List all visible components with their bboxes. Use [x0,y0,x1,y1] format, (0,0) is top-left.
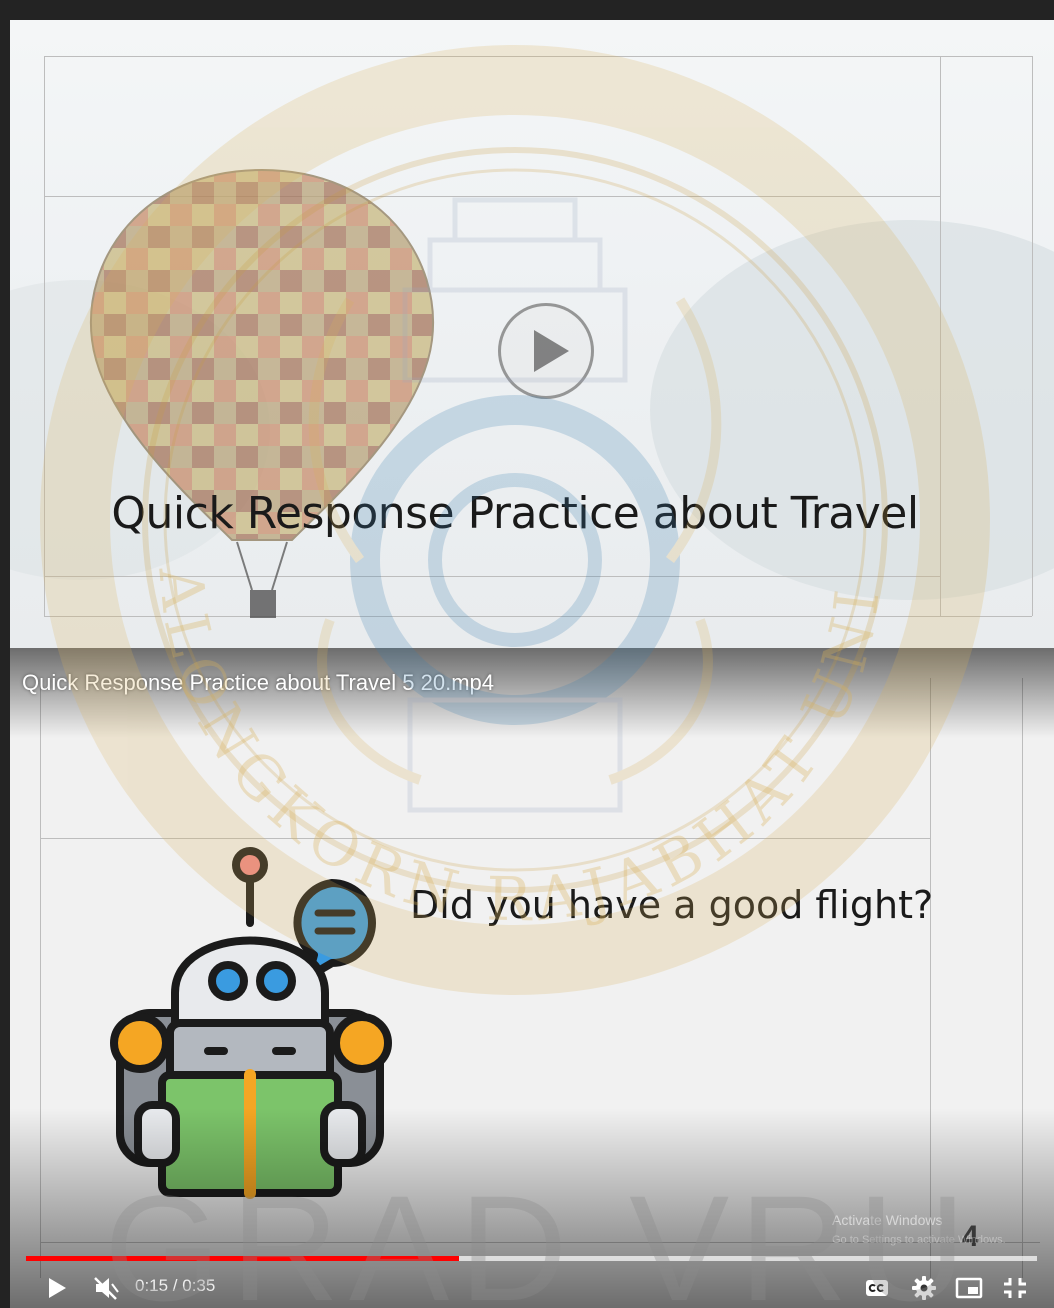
video-title[interactable]: Quick Response Practice about Travel 5 2… [22,670,494,696]
top-video-frame[interactable]: Quick Response Practice about Travel [10,20,1054,648]
slide-border [44,56,1032,57]
play-button[interactable] [42,1274,72,1302]
gear-icon [912,1276,936,1300]
play-icon [49,1278,66,1298]
miniplayer-button[interactable] [954,1274,984,1302]
top-video-player[interactable]: Quick Response Practice about Travel [0,0,1054,648]
captions-button[interactable] [864,1276,890,1300]
mute-button[interactable] [92,1274,122,1302]
background-mountain [650,220,1054,600]
slide-title: Quick Response Practice about Travel [111,488,919,539]
large-play-button[interactable] [498,303,594,399]
hot-air-balloon-image [89,168,435,618]
time-display: 0:15 / 0:35 [135,1276,216,1295]
miniplayer-icon [955,1277,983,1299]
settings-button[interactable] [910,1274,938,1302]
slide-border [40,838,930,839]
bottom-video-player[interactable]: Did you have a good flight? 4 Quick Resp… [0,648,1054,1308]
activate-windows-subtext: Go to Settings to activate Windows. [832,1234,1006,1246]
volume-muted-icon [94,1277,119,1300]
exit-fullscreen-button[interactable] [1000,1274,1030,1302]
slide-border [1032,56,1033,616]
bottom-video-frame[interactable]: Did you have a good flight? 4 Quick Resp… [10,648,1054,1308]
progress-played [26,1256,460,1261]
activate-windows-notice: Activate Windows [832,1212,943,1228]
captions-icon [866,1280,888,1296]
exit-fullscreen-icon [1004,1278,1026,1298]
slide-question: Did you have a good flight? [410,883,934,927]
play-icon [534,330,569,372]
progress-bar[interactable] [26,1256,1037,1261]
